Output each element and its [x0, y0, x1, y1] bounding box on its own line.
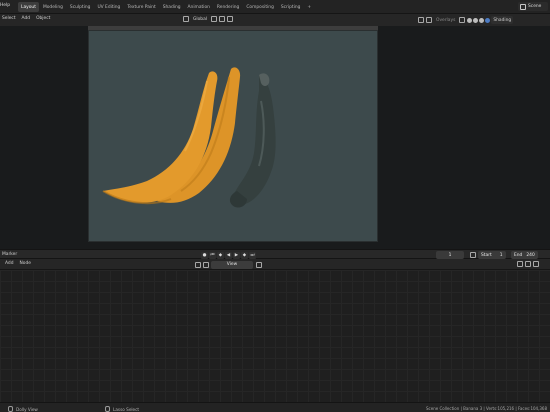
start-frame-field[interactable]: Start 1 — [478, 251, 506, 259]
menu-object[interactable]: Object — [34, 16, 52, 21]
menu-add[interactable]: Add — [20, 16, 33, 21]
rendered-shading-icon[interactable] — [485, 17, 491, 23]
viewport-menus: Select Add Object — [0, 16, 54, 21]
image-icon[interactable] — [256, 261, 262, 268]
tab-sculpting[interactable]: Sculpting — [67, 2, 94, 12]
viewport-passepartout-bottom — [88, 242, 378, 249]
options-icon[interactable] — [533, 261, 539, 267]
node-editor-header: Add Node View — [0, 259, 550, 270]
transform-tools: Global — [183, 16, 235, 22]
play-reverse-icon[interactable]: ◀ — [225, 251, 232, 259]
viewport-header: Select Add Object Global Overlays Shadin… — [0, 14, 550, 26]
tab-shading[interactable]: Shading — [160, 2, 184, 12]
next-keyframe-icon[interactable]: ◆ — [241, 251, 248, 259]
workspace-tabs: Layout Modeling Sculpting UV Editing Tex… — [18, 2, 315, 12]
frame-end-group: End 240 — [511, 251, 538, 259]
jump-start-icon[interactable]: ⏮ — [209, 251, 216, 259]
snap-icon[interactable] — [219, 16, 226, 22]
lasso-select-hint: Lasso Select — [105, 406, 139, 412]
node-view-controls: View — [195, 260, 264, 269]
orientation-dropdown[interactable]: Global — [191, 17, 209, 22]
scene-selector[interactable]: Scene — [518, 2, 548, 11]
dolly-view-label: Dolly View — [16, 406, 38, 412]
play-icon[interactable]: ▶ — [233, 251, 240, 259]
tab-uv-editing[interactable]: UV Editing — [94, 2, 123, 12]
prev-keyframe-icon[interactable]: ◆ — [217, 251, 224, 259]
browse-icon[interactable] — [203, 261, 209, 268]
dolly-view-hint: Dolly View — [8, 406, 38, 412]
menu-marker[interactable]: Marker — [2, 252, 17, 257]
gizmo-icon[interactable] — [426, 17, 432, 23]
add-workspace-button[interactable]: + — [304, 2, 314, 12]
scene-icon — [520, 3, 526, 10]
start-value: 1 — [499, 252, 503, 258]
scene-name: Scene — [528, 4, 542, 9]
current-frame-field[interactable]: 1 — [436, 251, 464, 259]
timeline-bar: Marker ● ⏮ ◆ ◀ ▶ ◆ ⏭ 1 Start 1 End 240 — [0, 249, 550, 259]
visibility-icon[interactable] — [418, 17, 424, 23]
lasso-select-label: Lasso Select — [113, 406, 140, 412]
tab-compositing[interactable]: Compositing — [243, 2, 277, 12]
grid-node-icon[interactable] — [525, 261, 531, 267]
material-shading-icon[interactable] — [479, 17, 485, 23]
compositor-icon[interactable] — [195, 261, 201, 268]
orientation-icon — [183, 16, 189, 22]
end-frame-field[interactable]: End 240 — [511, 251, 538, 259]
shading-dropdown[interactable]: Shading — [491, 16, 514, 24]
mouse-icon — [8, 406, 13, 412]
tab-rendering[interactable]: Rendering — [214, 2, 242, 12]
camera-view-frame[interactable] — [88, 30, 378, 242]
frame-start-group: Start 1 — [470, 251, 506, 259]
viewport-display-tools: Overlays Shading — [418, 16, 515, 24]
record-icon[interactable]: ● — [201, 251, 208, 259]
3d-viewport[interactable]: Select Add Object Global Overlays Shadin… — [0, 14, 550, 249]
top-bar: Help Layout Modeling Sculpting UV Editin… — [0, 0, 550, 14]
view-field[interactable]: View — [211, 260, 253, 269]
help-menu[interactable]: Help — [0, 3, 10, 8]
tab-texture-paint[interactable]: Texture Paint — [124, 2, 158, 12]
tab-scripting[interactable]: Scripting — [278, 2, 304, 12]
playback-controls: ● ⏮ ◆ ◀ ▶ ◆ ⏭ — [201, 251, 257, 259]
mouse-icon — [105, 406, 110, 412]
clock-icon — [470, 252, 476, 258]
viewport-passepartout-right — [378, 26, 550, 249]
snap-node-icon[interactable] — [517, 261, 523, 267]
node-editor[interactable]: Add Node View — [0, 259, 550, 402]
menu-node[interactable]: Node — [18, 261, 33, 266]
tab-layout[interactable]: Layout — [18, 2, 39, 12]
end-label: End — [514, 252, 523, 258]
start-label: Start — [481, 252, 492, 258]
node-right-tools — [517, 261, 541, 267]
proportional-edit-icon[interactable] — [227, 16, 234, 22]
wireframe-shading-icon[interactable] — [467, 17, 473, 23]
solid-shading-icon[interactable] — [473, 17, 479, 23]
viewport-passepartout-left — [0, 26, 88, 249]
scene-stats: Scene Collection | Banana 3 | Verts:105,… — [426, 406, 547, 411]
xray-icon[interactable] — [459, 17, 466, 23]
end-value: 240 — [526, 252, 535, 258]
tab-animation[interactable]: Animation — [185, 2, 213, 12]
overlays-dropdown[interactable]: Overlays — [434, 18, 457, 23]
pivot-icon[interactable] — [211, 16, 218, 22]
node-menus: Add Node — [3, 261, 35, 266]
status-bar: Dolly View Lasso Select Scene Collection… — [0, 402, 550, 412]
jump-end-icon[interactable]: ⏭ — [249, 251, 256, 259]
tab-modeling[interactable]: Modeling — [40, 2, 66, 12]
bananas-render — [102, 67, 276, 208]
menu-add-node[interactable]: Add — [3, 261, 16, 266]
menu-select[interactable]: Select — [0, 16, 18, 21]
